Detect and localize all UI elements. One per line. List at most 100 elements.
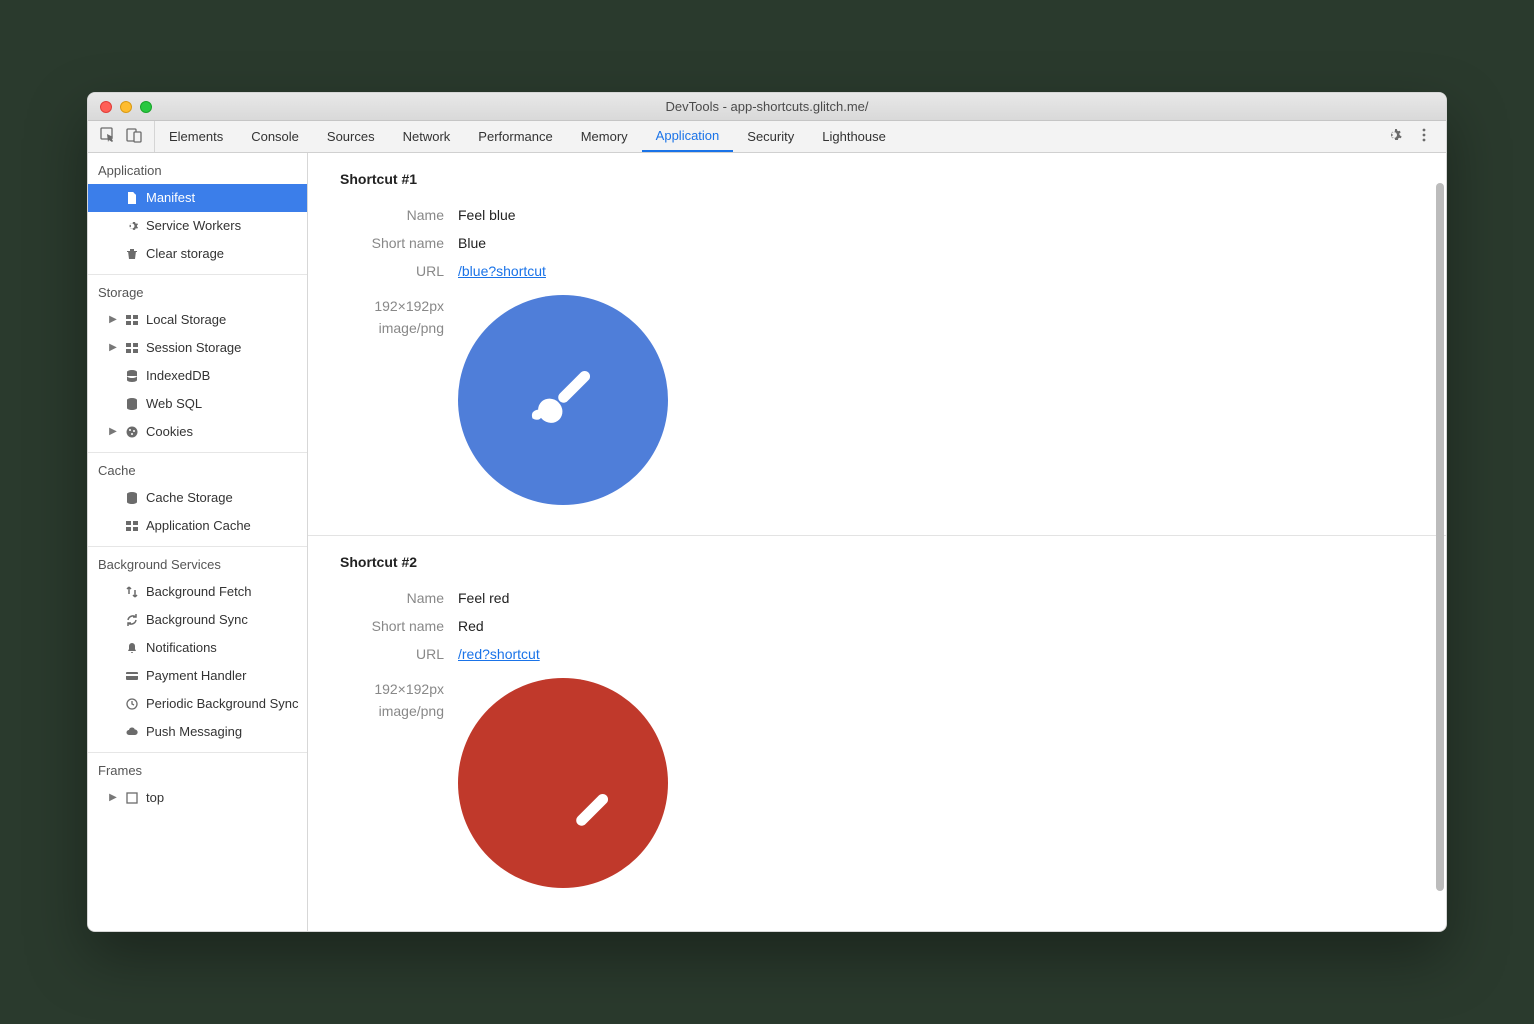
scrollbar[interactable] [1436,183,1444,891]
titlebar: DevTools - app-shortcuts.glitch.me/ [88,93,1446,121]
tab-memory[interactable]: Memory [567,121,642,152]
sidebar-item-push-messaging[interactable]: Push Messaging [88,718,307,746]
application-sidebar: Application Manifest Service Workers Cle… [88,153,308,931]
close-window-button[interactable] [100,101,112,113]
clock-icon [124,696,140,712]
sidebar-item-label: IndexedDB [146,366,210,386]
frame-icon [124,790,140,806]
devtools-window: DevTools - app-shortcuts.glitch.me/ Elem… [87,92,1447,932]
device-toolbar-icon[interactable] [126,127,142,146]
maximize-window-button[interactable] [140,101,152,113]
trash-icon [124,246,140,262]
settings-icon[interactable] [1386,127,1402,146]
bell-icon [124,640,140,656]
sidebar-item-payment-handler[interactable]: Payment Handler [88,662,307,690]
sidebar-item-cache-storage[interactable]: Cache Storage [88,484,307,512]
sidebar-item-local-storage[interactable]: ▶ Local Storage [88,306,307,334]
field-label-url: URL [308,263,458,279]
shortcut-shortname: Red [458,618,484,634]
disclosure-icon[interactable]: ▶ [108,338,118,358]
card-icon [124,668,140,684]
gear-icon [124,218,140,234]
sidebar-item-label: Background Sync [146,610,248,630]
sidebar-item-label: Clear storage [146,244,224,264]
shortcut-heading: Shortcut #2 [308,536,1446,584]
sidebar-item-label: Web SQL [146,394,202,414]
window-controls [100,101,152,113]
panel-tabs: Elements Console Sources Network Perform… [155,121,900,152]
database-icon [124,368,140,384]
shortcut-block-2: Shortcut #2 Name Feel red Short name Red… [308,536,1446,838]
icon-size: 192×192px [308,678,444,700]
shortcut-url-link[interactable]: /red?shortcut [458,646,540,662]
tab-console[interactable]: Console [237,121,313,152]
shortcut-name: Feel red [458,590,509,606]
sidebar-item-service-workers[interactable]: Service Workers [88,212,307,240]
field-label-shortname: Short name [308,235,458,251]
field-label-name: Name [308,207,458,223]
sidebar-item-top-frame[interactable]: ▶ top [88,784,307,812]
grid-icon [124,312,140,328]
tab-sources[interactable]: Sources [313,121,389,152]
sidebar-group-storage: Storage [88,275,307,306]
inspect-icon[interactable] [100,127,116,146]
sidebar-item-application-cache[interactable]: Application Cache [88,512,307,540]
shortcut-name: Feel blue [458,207,516,223]
devtools-tabbar: Elements Console Sources Network Perform… [88,121,1446,153]
sidebar-item-label: Cookies [146,422,193,442]
sidebar-item-background-sync[interactable]: Background Sync [88,606,307,634]
tab-application[interactable]: Application [642,121,734,152]
sidebar-group-cache: Cache [88,453,307,484]
manifest-content[interactable]: Shortcut #1 Name Feel blue Short name Bl… [308,153,1446,931]
disclosure-icon[interactable]: ▶ [108,422,118,442]
sidebar-item-label: Manifest [146,188,195,208]
sidebar-item-label: Service Workers [146,216,241,236]
tab-security[interactable]: Security [733,121,808,152]
sidebar-group-frames: Frames [88,753,307,784]
sidebar-item-label: Local Storage [146,310,226,330]
more-icon[interactable] [1416,127,1432,146]
minimize-window-button[interactable] [120,101,132,113]
brush-icon [518,353,608,448]
file-icon [124,190,140,206]
shortcut-icon-preview [458,678,668,888]
tab-performance[interactable]: Performance [464,121,566,152]
shortcut-shortname: Blue [458,235,486,251]
window-title: DevTools - app-shortcuts.glitch.me/ [88,99,1446,114]
sync-icon [124,612,140,628]
shortcut-heading: Shortcut #1 [308,153,1446,201]
brush-icon [536,776,626,871]
sidebar-group-application: Application [88,153,307,184]
tab-network[interactable]: Network [389,121,465,152]
field-label-name: Name [308,590,458,606]
tab-elements[interactable]: Elements [155,121,237,152]
icon-mime: image/png [308,317,444,339]
sidebar-item-label: Application Cache [146,516,251,536]
tab-lighthouse[interactable]: Lighthouse [808,121,900,152]
sidebar-item-label: Push Messaging [146,722,242,742]
grid-icon [124,518,140,534]
disclosure-icon[interactable]: ▶ [108,310,118,330]
icon-size: 192×192px [308,295,444,317]
sidebar-item-session-storage[interactable]: ▶ Session Storage [88,334,307,362]
sidebar-item-label: Payment Handler [146,666,246,686]
sidebar-item-label: Cache Storage [146,488,233,508]
sidebar-item-websql[interactable]: Web SQL [88,390,307,418]
shortcut-icon-preview [458,295,668,505]
icon-mime: image/png [308,700,444,722]
grid-icon [124,340,140,356]
sidebar-item-cookies[interactable]: ▶ Cookies [88,418,307,446]
cookie-icon [124,424,140,440]
sidebar-item-background-fetch[interactable]: Background Fetch [88,578,307,606]
sidebar-item-clear-storage[interactable]: Clear storage [88,240,307,268]
database-icon [124,490,140,506]
sidebar-group-background: Background Services [88,547,307,578]
sidebar-item-indexeddb[interactable]: IndexedDB [88,362,307,390]
sidebar-item-label: Background Fetch [146,582,252,602]
sidebar-item-manifest[interactable]: Manifest [88,184,307,212]
sidebar-item-notifications[interactable]: Notifications [88,634,307,662]
sidebar-item-periodic-sync[interactable]: Periodic Background Sync [88,690,307,718]
database-icon [124,396,140,412]
disclosure-icon[interactable]: ▶ [108,788,118,808]
shortcut-url-link[interactable]: /blue?shortcut [458,263,546,279]
